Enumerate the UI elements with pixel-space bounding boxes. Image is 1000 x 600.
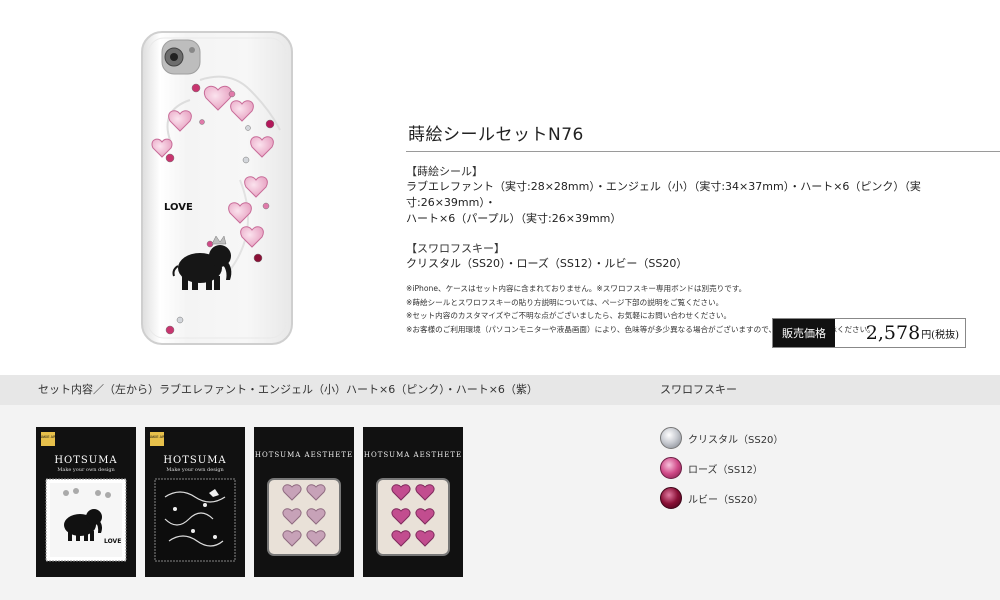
price-box: 販売価格 2,578 円(税抜)	[772, 318, 966, 348]
price-label: 販売価格	[773, 319, 835, 347]
package-love-elephant: MAKIE ART HOTSUMA Make your own design L…	[36, 427, 136, 577]
note: ※蒔絵シールとスワロフスキーの貼り方説明については、ページ下部の説明をご覧くださ…	[406, 297, 724, 307]
makie-heading: 【蒔絵シール】	[406, 165, 483, 178]
note: ※iPhone、ケースはセット内容に含まれておりません。※スワロフスキー専用ボン…	[406, 284, 747, 293]
price-amount: 2,578 円(税抜)	[835, 319, 965, 347]
product-section: LOVE 蒔絵シールセットN76 【蒔絵シール】 ラブエレファント（実寸:28×…	[0, 0, 1000, 375]
package-hearts-purple: HOTSUMA AESTHETE	[363, 427, 463, 577]
swarovski-body: クリスタル（SS20）・ローズ（SS12）・ルビー（SS20）	[406, 257, 688, 270]
package-brand: HOTSUMA	[163, 455, 226, 466]
phone-love-text: LOVE	[164, 202, 193, 213]
swarovski-section-heading: スワロフスキー	[660, 383, 737, 396]
svg-text:MAKIE ART: MAKIE ART	[148, 435, 168, 439]
swatch-label: クリスタル（SS20）	[688, 434, 784, 446]
swarovski-item-rose: ローズ（SS12）	[660, 457, 763, 479]
title-divider	[406, 151, 1000, 152]
swatch-label: ルビー（SS20）	[688, 494, 764, 506]
set-contents-header-band: セット内容／（左から）ラブエレファント・エンジェル（小）ハート×6（ピンク）・ハ…	[0, 375, 1000, 405]
crystal-swatch-icon	[660, 427, 682, 449]
package-brand: HOTSUMA	[54, 455, 117, 466]
makie-body: ラブエレファント（実寸:28×28mm）・エンジェル（小）（実寸:34×37mm…	[406, 180, 921, 225]
price-unit: 円(税抜)	[921, 329, 959, 341]
package-subtitle: Make your own design	[57, 467, 115, 473]
package-angel: MAKIE ART HOTSUMA Make your own design	[145, 427, 245, 577]
ruby-swatch-icon	[660, 487, 682, 509]
swarovski-heading: 【スワロフスキー】	[406, 242, 505, 255]
swarovski-item-ruby: ルビー（SS20）	[660, 487, 763, 509]
package-hearts-pink: HOTSUMA AESTHETE	[254, 427, 354, 577]
package-brand: HOTSUMA AESTHETE	[255, 451, 353, 459]
product-title: 蒔絵シールセットN76	[408, 125, 584, 145]
swatch-label: ローズ（SS12）	[688, 464, 763, 476]
price-value: 2,578	[865, 322, 921, 344]
package-subtitle: Make your own design	[166, 467, 224, 473]
product-info: 蒔絵シールセットN76 【蒔絵シール】 ラブエレファント（実寸:28×28mm）…	[406, 120, 1000, 336]
set-contents-heading: セット内容／（左から）ラブエレファント・エンジェル（小）ハート×6（ピンク）・ハ…	[38, 383, 538, 396]
package-brand: HOTSUMA AESTHETE	[364, 451, 462, 459]
package-love-text: LOVE	[104, 538, 121, 545]
rose-swatch-icon	[660, 457, 682, 479]
svg-text:MAKIE ART: MAKIE ART	[39, 435, 59, 439]
set-contents-section: MAKIE ART HOTSUMA Make your own design L…	[0, 405, 1000, 600]
phone-case-image: LOVE	[140, 30, 300, 348]
swarovski-item-crystal: クリスタル（SS20）	[660, 427, 783, 449]
